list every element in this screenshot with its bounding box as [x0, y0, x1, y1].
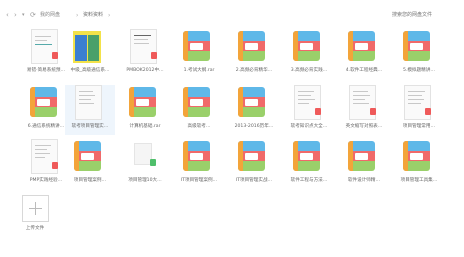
file-label: 计算机基础.rar: [129, 124, 161, 129]
file-label: 软件设计师精…: [347, 178, 381, 183]
file-item[interactable]: 计算机基础.rar: [120, 85, 170, 135]
file-label: 项目管理工具集…: [400, 178, 438, 183]
archive-icon: [129, 87, 156, 117]
book-cover-icon: [73, 31, 101, 63]
pdf-badge-icon: [151, 52, 157, 59]
archive-icon: [74, 141, 101, 171]
archive-icon: [238, 87, 265, 117]
forward-icon[interactable]: ›: [14, 11, 17, 20]
file-item[interactable]: 软件工程与方法…: [284, 139, 334, 189]
file-label: 项目管理常用…: [402, 124, 436, 129]
file-item[interactable]: 5.模拟题精讲…: [394, 29, 444, 79]
file-item[interactable]: 项目管理常用…: [394, 85, 444, 135]
file-label: 2013-2016历年…: [234, 124, 274, 129]
file-label: 3.高频必背实践…: [290, 68, 328, 73]
file-item[interactable]: 中级_高级通信系…: [65, 29, 115, 79]
file-item[interactable]: 2013-2016历年…: [229, 85, 279, 135]
archive-icon: [293, 141, 320, 171]
file-label: 英文缩写对照表…: [345, 124, 383, 129]
file-item[interactable]: IT项目管理案例…: [174, 139, 224, 189]
archive-icon: [293, 31, 320, 61]
archive-icon: [183, 31, 210, 61]
file-item[interactable]: 3.高频必背实践…: [284, 29, 334, 79]
back-icon[interactable]: ‹: [6, 11, 9, 20]
archive-icon: [30, 87, 57, 117]
chevron-down-icon[interactable]: ▾: [22, 11, 25, 20]
archive-icon: [348, 141, 375, 171]
file-label: 高级软考…: [187, 124, 211, 129]
file-item[interactable]: 软考知识点大全…: [284, 85, 334, 135]
navigation-bar: ‹ › ▾ ⟳ 我的网盘 › 资料资料 ›: [0, 0, 464, 30]
breadcrumb-separator: ›: [108, 12, 111, 19]
pdf-badge-icon: [52, 52, 58, 59]
archive-icon: [183, 87, 210, 117]
breadcrumb-root[interactable]: 我的网盘: [40, 12, 60, 19]
pdf-badge-icon: [370, 108, 376, 115]
file-label: IT项目管理案例…: [180, 178, 218, 183]
file-item[interactable]: 项目管理10大…: [120, 139, 170, 189]
file-label: 项目管理10大…: [128, 178, 162, 183]
archive-icon: [403, 141, 430, 171]
file-label: 软考知识点大全…: [290, 124, 328, 129]
file-item[interactable]: 2.高频必背精华…: [229, 29, 279, 79]
file-item[interactable]: 1.考试大纲.rar: [174, 29, 224, 79]
pdf-badge-icon: [52, 162, 58, 169]
file-label: 软考项目管理实…: [71, 124, 109, 129]
file-item[interactable]: 英文缩写对照表…: [339, 85, 389, 135]
archive-icon: [238, 141, 265, 171]
refresh-icon[interactable]: ⟳: [30, 11, 36, 20]
file-label: 1.考试大纲.rar: [183, 68, 215, 73]
file-item[interactable]: IT项目管理实战…: [229, 139, 279, 189]
document-thumbnail: [75, 85, 102, 120]
upload-label: 上传文件: [25, 226, 45, 231]
file-item[interactable]: 高级软考…: [174, 85, 224, 135]
upload-button[interactable]: [22, 195, 49, 222]
archive-icon: [183, 141, 210, 171]
file-label: 2.高频必背精华…: [235, 68, 273, 73]
file-label: 软件工程与方法…: [290, 178, 328, 183]
file-label: IT项目管理实战…: [235, 178, 273, 183]
file-item[interactable]: 项目管理工具集…: [394, 139, 444, 189]
search-input[interactable]: [390, 10, 460, 21]
breadcrumb-current[interactable]: 资料资料: [83, 12, 103, 19]
archive-icon: [403, 31, 430, 61]
archive-icon: [238, 31, 265, 61]
file-label: 项目管理案例…: [73, 178, 107, 183]
file-item[interactable]: 软件设计师精…: [339, 139, 389, 189]
file-item[interactable]: 4.软件工程经典…: [339, 29, 389, 79]
pdf-badge-icon: [425, 108, 431, 115]
archive-icon: [348, 31, 375, 61]
doc-badge-icon: [150, 159, 156, 166]
file-label: 5.模拟题精讲…: [403, 68, 435, 73]
file-label: 4.软件工程经典…: [345, 68, 383, 73]
file-item-selected[interactable]: 软考项目管理实…: [65, 85, 115, 135]
file-label: 中级_高级通信系…: [70, 68, 110, 73]
breadcrumb-separator: ›: [76, 12, 79, 19]
pdf-badge-icon: [315, 108, 321, 115]
file-item[interactable]: PMBOK2012中…: [120, 29, 170, 79]
file-label: PMBOK2012中…: [126, 68, 164, 73]
file-item[interactable]: 项目管理案例…: [65, 139, 115, 189]
